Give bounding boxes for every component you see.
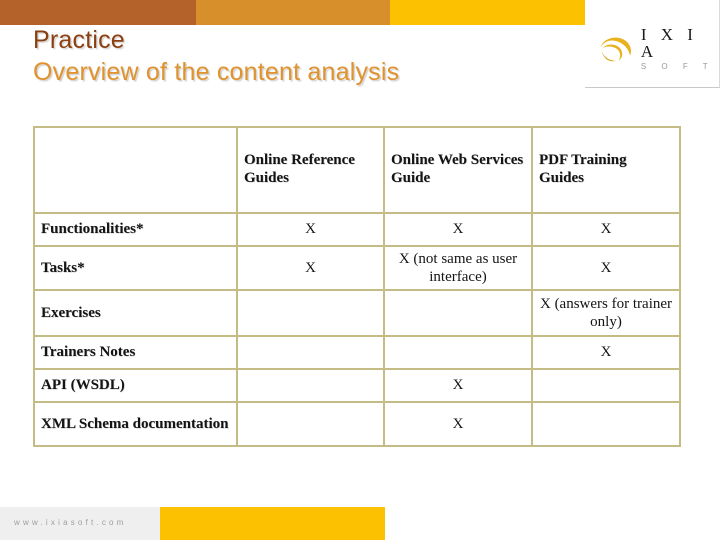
cell-api-wsdl-pdf-training-guides <box>532 369 680 402</box>
cell-functionalities-online-web-services-guide: X <box>384 213 532 246</box>
table-row: Tasks* X X (not same as user interface) … <box>34 246 680 290</box>
ixiasoft-swoosh-icon <box>600 37 632 61</box>
header-band-yellow <box>390 0 585 25</box>
brand-logo-box: I X I A S O F T <box>585 0 720 88</box>
page-title: Practice <box>33 26 125 54</box>
content-analysis-matrix: Online Reference Guides Online Web Servi… <box>33 126 681 447</box>
brand-logo: I X I A S O F T <box>597 26 719 71</box>
row-label-trainers-notes: Trainers Notes <box>34 336 237 369</box>
row-label-exercises: Exercises <box>34 290 237 336</box>
slide-title-block: Practice Overview of the content analysi… <box>33 26 578 87</box>
cell-xml-schema-online-reference-guides <box>237 402 384 446</box>
cell-exercises-online-reference-guides <box>237 290 384 336</box>
cell-xml-schema-pdf-training-guides <box>532 402 680 446</box>
cell-exercises-online-web-services-guide <box>384 290 532 336</box>
table-header-row: Online Reference Guides Online Web Servi… <box>34 127 680 213</box>
cell-trainers-notes-online-web-services-guide <box>384 336 532 369</box>
table-corner-cell <box>34 127 237 213</box>
row-label-tasks: Tasks* <box>34 246 237 290</box>
brand-wordmark: I X I A <box>640 25 698 61</box>
table-row: Trainers Notes X <box>34 336 680 369</box>
table-row: Exercises X (answers for trainer only) <box>34 290 680 336</box>
table-row: Functionalities* X X X <box>34 213 680 246</box>
column-header-online-reference-guides: Online Reference Guides <box>237 127 384 213</box>
row-label-functionalities: Functionalities* <box>34 213 237 246</box>
cell-exercises-pdf-training-guides: X (answers for trainer only) <box>532 290 680 336</box>
cell-tasks-pdf-training-guides: X <box>532 246 680 290</box>
footer-website-url: www.ixiasoft.com <box>14 518 127 527</box>
row-label-xml-schema-documentation: XML Schema documentation <box>34 402 237 446</box>
cell-tasks-online-reference-guides: X <box>237 246 384 290</box>
brand-logo-text: I X I A S O F T <box>641 26 719 71</box>
cell-functionalities-online-reference-guides: X <box>237 213 384 246</box>
cell-api-wsdl-online-web-services-guide: X <box>384 369 532 402</box>
cell-functionalities-pdf-training-guides: X <box>532 213 680 246</box>
table-row: API (WSDL) X <box>34 369 680 402</box>
slide-footer: www.ixiasoft.com <box>0 507 720 540</box>
header-band-orange <box>196 0 390 25</box>
column-header-online-web-services-guide: Online Web Services Guide <box>384 127 532 213</box>
header-band-brown <box>0 0 196 25</box>
cell-tasks-online-web-services-guide: X (not same as user interface) <box>384 246 532 290</box>
page-subtitle: Overview of the content analysis <box>33 57 400 86</box>
cell-trainers-notes-pdf-training-guides: X <box>532 336 680 369</box>
table-row: XML Schema documentation X <box>34 402 680 446</box>
cell-xml-schema-online-web-services-guide: X <box>384 402 532 446</box>
row-label-api-wsdl: API (WSDL) <box>34 369 237 402</box>
brand-tagline: S O F T <box>640 62 715 71</box>
footer-yellow-block <box>160 507 385 540</box>
cell-trainers-notes-online-reference-guides <box>237 336 384 369</box>
column-header-pdf-training-guides: PDF Training Guides <box>532 127 680 213</box>
cell-api-wsdl-online-reference-guides <box>237 369 384 402</box>
